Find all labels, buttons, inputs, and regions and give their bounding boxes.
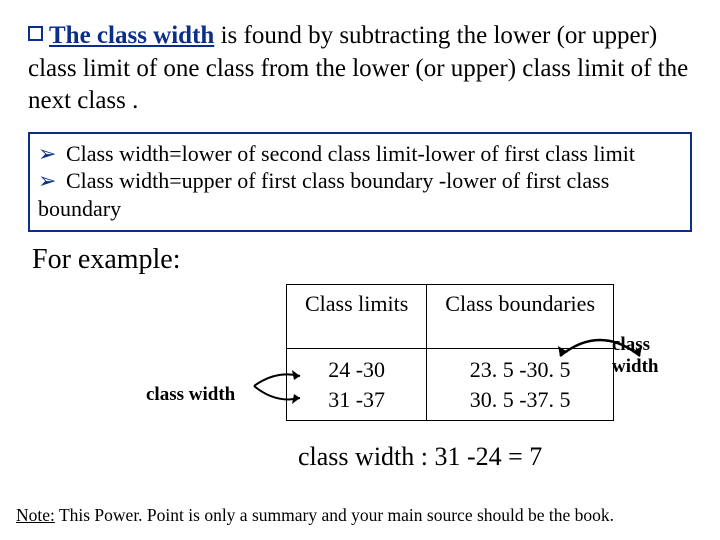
cell-limits: 24 -30 31 -37 [287, 349, 427, 421]
example-area: Class limits Class boundaries 24 -30 31 … [28, 284, 692, 494]
arrow-bullet-icon: ➢ [38, 141, 56, 166]
table-row: 24 -30 31 -37 23. 5 -30. 5 30. 5 -37. 5 [287, 349, 614, 421]
footer-note: Note: This Power. Point is only a summar… [16, 505, 614, 526]
limits-val-2: 31 -37 [305, 385, 408, 415]
formula-line-1: ➢ Class width=lower of second class limi… [38, 140, 682, 168]
square-bullet-icon [28, 26, 43, 41]
header-class-limits: Class limits [287, 285, 427, 349]
formula-line-2: ➢ Class width=upper of first class bound… [38, 167, 682, 222]
note-label: Note: [16, 505, 55, 525]
example-heading: For example: [32, 244, 692, 276]
arc-arrow-left-icon [246, 364, 306, 408]
note-text: This Power. Point is only a summary and … [55, 505, 614, 525]
formula-box: ➢ Class width=lower of second class limi… [28, 132, 692, 233]
class-width-label-left: class width [146, 384, 235, 406]
term-class-width: The class width [49, 22, 214, 49]
boundaries-val-1: 23. 5 -30. 5 [445, 355, 595, 385]
limits-val-1: 24 -30 [305, 355, 408, 385]
arrow-bullet-icon: ➢ [38, 168, 56, 193]
cell-boundaries: 23. 5 -30. 5 30. 5 -37. 5 [427, 349, 614, 421]
formula-1-text: Class width=lower of second class limit-… [66, 141, 635, 166]
definition-paragraph: The class width is found by subtracting … [28, 20, 692, 118]
arc-arrow-right-icon [550, 330, 650, 358]
boundaries-val-2: 30. 5 -37. 5 [445, 385, 595, 415]
class-width-equation: class width : 31 -24 = 7 [298, 442, 542, 472]
formula-2-text: Class width=upper of first class boundar… [38, 168, 609, 221]
